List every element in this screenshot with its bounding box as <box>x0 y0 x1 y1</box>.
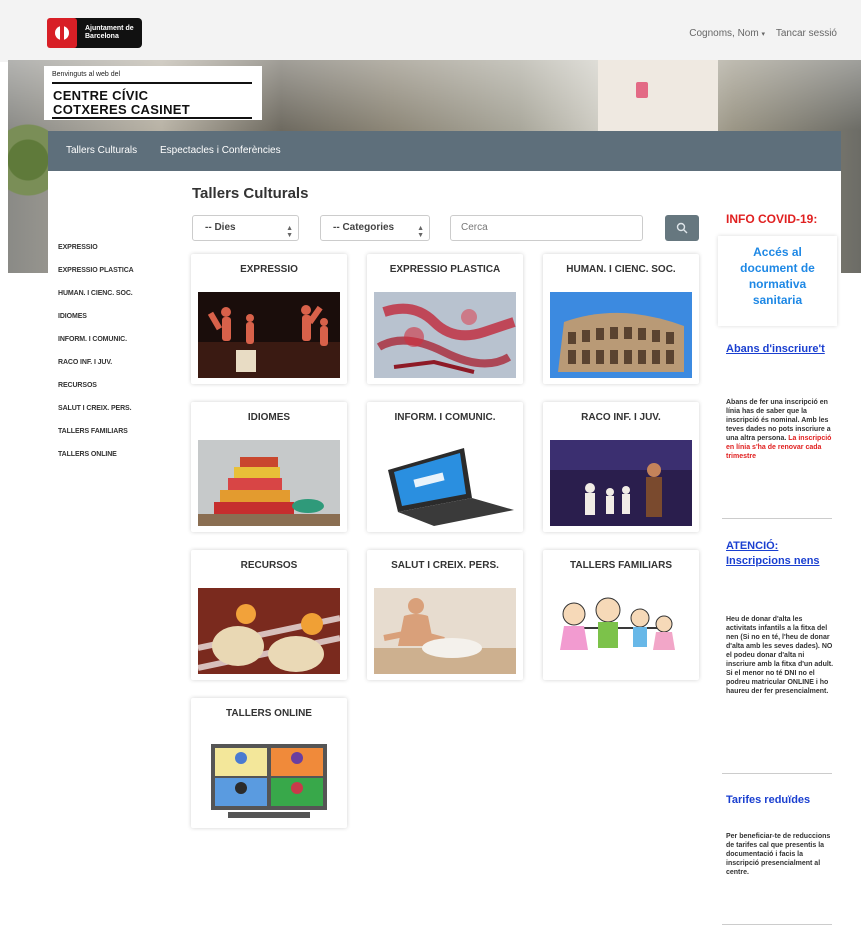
sidebar-item-recursos[interactable]: RECURSOS <box>58 382 97 389</box>
search-input[interactable]: Cerca <box>450 215 643 241</box>
dance-performance-image <box>198 292 340 378</box>
divider <box>722 773 832 774</box>
sidebar-item-idiomes[interactable]: IDIOMES <box>58 313 87 320</box>
attention-heading[interactable]: ATENCIÓ: Inscripcions nens <box>726 539 834 569</box>
category-card-human-cienc-soc[interactable]: HUMAN. I CIENC. SOC. <box>543 254 699 384</box>
category-card-raco-inf-juv[interactable]: RACO INF. I JUV. <box>543 402 699 532</box>
search-icon <box>676 222 688 234</box>
category-card-inform-comunic[interactable]: INFORM. I COMUNIC. <box>367 402 523 532</box>
card-title: SALUT I CREIX. PERS. <box>391 560 499 571</box>
days-select[interactable]: -- Dies ▲ ▼ <box>192 215 299 241</box>
page-title: Tallers Culturals <box>192 185 309 202</box>
card-title: RECURSOS <box>240 560 298 571</box>
site-title-box[interactable]: Benvinguts al web del CENTRE CÍVIC COTXE… <box>44 66 262 120</box>
card-title: IDIOMES <box>247 412 291 423</box>
category-card-expressio[interactable]: EXPRESSIO <box>191 254 347 384</box>
category-card-idiomes[interactable]: IDIOMES <box>191 402 347 532</box>
card-title: TALLERS ONLINE <box>226 708 312 719</box>
before-signup-text: Abans de fer una inscripció en línia has… <box>726 399 832 460</box>
logo-text: Ajuntament de Barcelona <box>85 25 134 40</box>
category-card-recursos[interactable]: RECURSOS <box>191 550 347 680</box>
kids-on-stage-image <box>550 440 692 526</box>
covid-document-link[interactable]: Accés al document de normativa sanitaria <box>718 244 837 308</box>
covid-info-box: Accés al document de normativa sanitaria <box>718 236 837 326</box>
video-call-image <box>198 736 340 822</box>
reduced-rates-text: Per beneficiar-te de reduccions de tarif… <box>726 833 831 876</box>
sidebar-item-salut-creix-pers[interactable]: SALUT I CREIX. PERS. <box>58 405 132 412</box>
category-card-tallers-online[interactable]: TALLERS ONLINE <box>191 698 347 828</box>
user-menu[interactable]: Cognoms, Nom ▾ <box>689 28 765 39</box>
divider <box>52 82 252 84</box>
red-paint-image <box>374 292 516 378</box>
caret-down-icon: ▾ <box>761 31 765 38</box>
card-title: EXPRESSIO PLASTICA <box>389 264 501 275</box>
divider <box>52 117 252 119</box>
attention-text: Heu de donar d'alta les activitats infan… <box>726 616 834 695</box>
chevron-down-icon: ▲ ▼ <box>286 225 293 239</box>
top-bar: Ajuntament de Barcelona Cognoms, Nom ▾ T… <box>0 0 861 62</box>
before-signup-heading[interactable]: Abans d'inscriure't <box>726 342 834 357</box>
logout-link[interactable]: Tancar sessió <box>776 28 837 39</box>
laptop-image <box>374 440 516 526</box>
welcome-text: Benvinguts al web del <box>52 71 121 78</box>
card-title: INFORM. I COMUNIC. <box>394 412 496 423</box>
barcelona-logo[interactable]: Ajuntament de Barcelona <box>47 18 142 48</box>
divider <box>722 924 832 925</box>
center-name-line2: COTXERES CASINET <box>53 102 190 117</box>
colosseum-image <box>550 292 692 378</box>
sidebar-item-human-cienc-soc[interactable]: HUMAN. I CIENC. SOC. <box>58 290 133 297</box>
category-card-expressio-plastica[interactable]: EXPRESSIO PLASTICA <box>367 254 523 384</box>
card-title: HUMAN. I CIENC. SOC. <box>566 264 676 275</box>
search-button[interactable] <box>665 215 699 241</box>
sidebar-item-expressio-plastica[interactable]: EXPRESSIO PLASTICA <box>58 267 134 274</box>
sidebar-item-tallers-online[interactable]: TALLERS ONLINE <box>58 451 117 458</box>
stacked-books-image <box>198 440 340 526</box>
card-title: TALLERS FAMILIARS <box>569 560 673 571</box>
sidebar-item-expressio[interactable]: EXPRESSIO <box>58 244 98 251</box>
card-title: RACO INF. I JUV. <box>581 412 661 423</box>
category-card-tallers-familiars[interactable]: TALLERS FAMILIARS <box>543 550 699 680</box>
nav-tallers-culturals[interactable]: Tallers Culturals <box>66 145 137 156</box>
covid-heading: INFO COVID-19: <box>726 212 818 226</box>
reduced-rates-heading[interactable]: Tarifes reduïdes <box>726 793 834 808</box>
main-nav: Tallers Culturals Espectacles i Conferèn… <box>48 131 841 171</box>
divider <box>722 518 832 519</box>
nav-espectacles[interactable]: Espectacles i Conferències <box>160 145 281 156</box>
sidebar-item-raco-inf-juv[interactable]: RACO INF. I JUV. <box>58 359 112 366</box>
category-card-salut-creix-pers[interactable]: SALUT I CREIX. PERS. <box>367 550 523 680</box>
meditation-image <box>374 588 516 674</box>
dumplings-image <box>198 588 340 674</box>
center-name-line1: CENTRE CÍVIC <box>53 88 149 103</box>
sidebar-item-tallers-familiars[interactable]: TALLERS FAMILIARS <box>58 428 128 435</box>
sidebar-item-inform-comunic[interactable]: INFORM. I COMUNIC. <box>58 336 127 343</box>
card-title: EXPRESSIO <box>240 264 298 275</box>
categories-select[interactable]: -- Categories ▲ ▼ <box>320 215 430 241</box>
city-shield-icon <box>47 18 77 48</box>
family-drawing-image <box>550 588 692 674</box>
chevron-down-icon: ▲ ▼ <box>417 225 424 239</box>
